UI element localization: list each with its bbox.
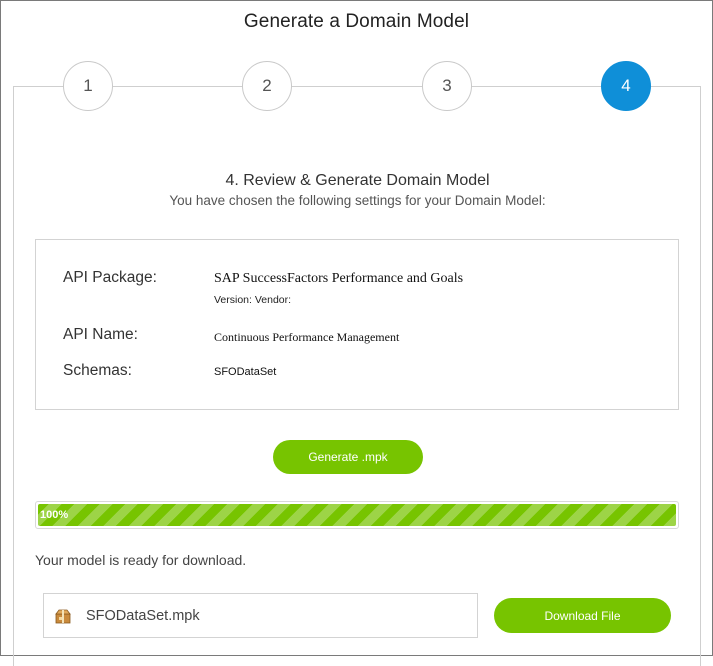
generate-mpk-button[interactable]: Generate .mpk <box>273 440 423 474</box>
schemas-value: SFODataSet <box>214 366 277 378</box>
review-subheading: You have chosen the following settings f… <box>169 193 546 208</box>
api-package-label: API Package: <box>63 269 157 286</box>
step-3[interactable]: 3 <box>422 61 472 111</box>
api-name-value: Continuous Performance Management <box>214 330 400 344</box>
package-icon <box>55 609 71 624</box>
settings-summary: API Package: SAP SuccessFactors Performa… <box>35 239 679 410</box>
dialog-window: Generate a Domain Model 1 2 3 4 4. Revie… <box>0 0 713 666</box>
step-2[interactable]: 2 <box>242 61 292 111</box>
step-4[interactable]: 4 <box>601 61 651 111</box>
version-text: Version: Vendor: <box>214 294 292 306</box>
download-file-button[interactable]: Download File <box>494 598 671 633</box>
step-1[interactable]: 1 <box>63 61 113 111</box>
progress-percent: 100% <box>40 509 69 521</box>
api-package-value: SAP SuccessFactors Performance and Goals <box>214 271 464 286</box>
file-name: SFODataSet.mpk <box>86 608 200 624</box>
progress-bar: 100% <box>35 501 679 529</box>
schemas-label: Schemas: <box>63 362 132 379</box>
review-heading: 4. Review & Generate Domain Model <box>225 172 490 189</box>
dialog-title: Generate a Domain Model <box>243 11 470 32</box>
file-field: SFODataSet.mpk <box>43 593 478 638</box>
api-name-label: API Name: <box>63 326 138 343</box>
status-message: Your model is ready for download. <box>35 552 247 568</box>
progress-fill: 100% <box>38 504 676 526</box>
